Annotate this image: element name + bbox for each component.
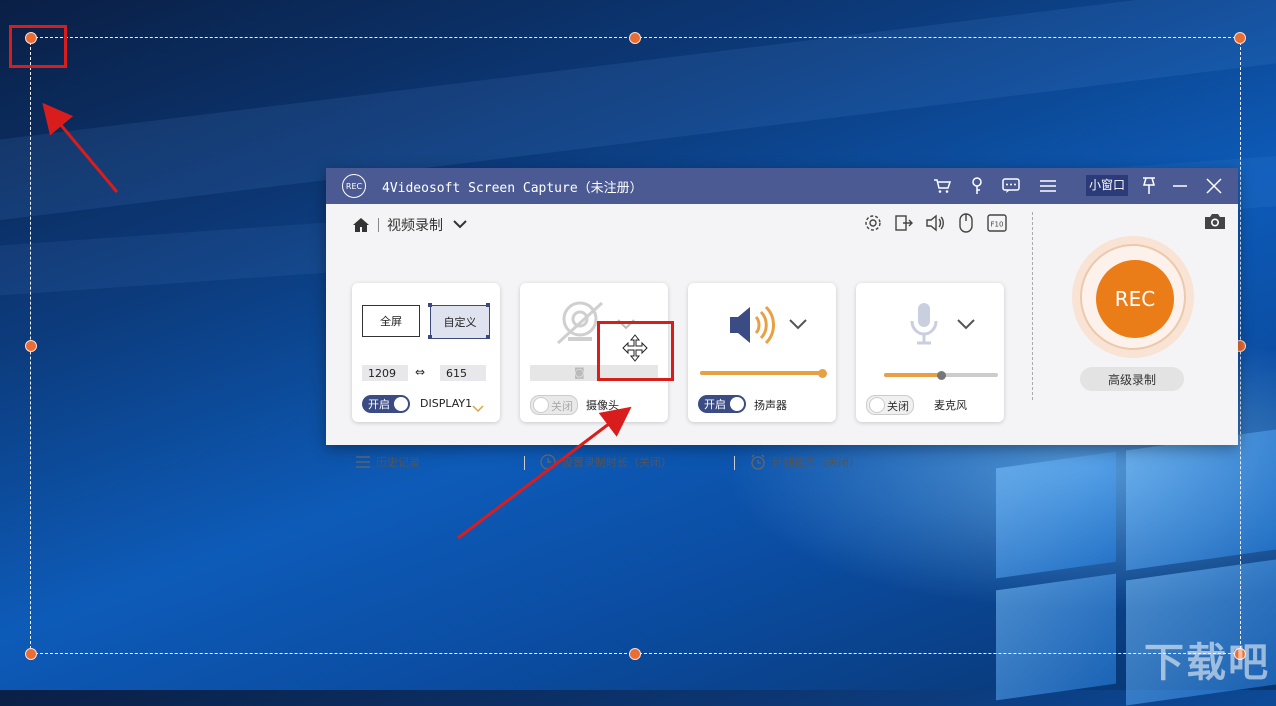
- arrow-to-window: [457, 406, 632, 540]
- annotation-arrows: [42, 102, 632, 540]
- watermark: 下载吧: [1144, 640, 1270, 686]
- arrow-to-handle: [42, 102, 119, 193]
